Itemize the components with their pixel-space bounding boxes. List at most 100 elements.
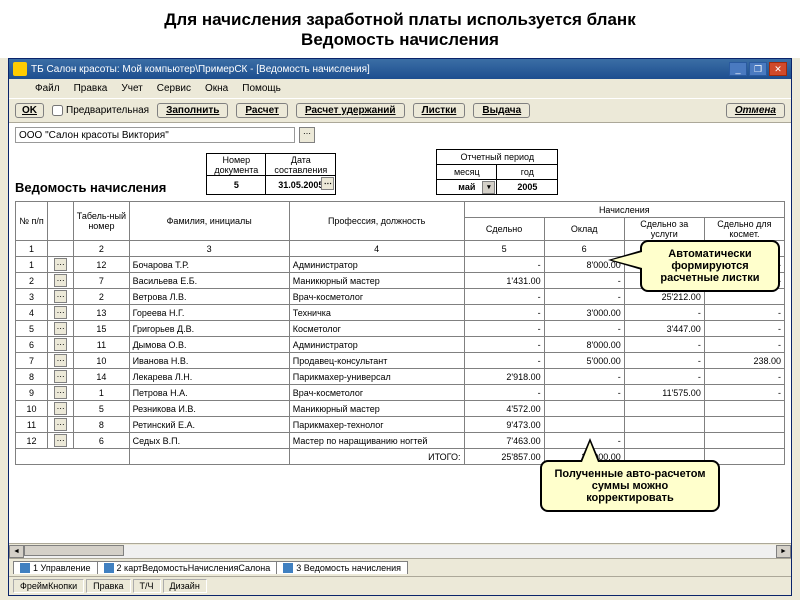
col-salary: Оклад bbox=[544, 218, 624, 241]
app-window: ТБ Салон красоты: Мой компьютер\ПримерСК… bbox=[8, 58, 792, 596]
totals-c1: 25'857.00 bbox=[464, 449, 544, 465]
totals-label: ИТОГО: bbox=[289, 449, 464, 465]
row-lookup-button[interactable]: ⋯ bbox=[54, 402, 67, 415]
date-value[interactable]: 31.05.2005 ⋯ bbox=[266, 176, 335, 194]
preview-checkbox-input[interactable] bbox=[52, 105, 63, 116]
callout-correction: Полученные авто-расчетом суммы можно кор… bbox=[540, 460, 720, 512]
table-row[interactable]: 6 ⋯ 11 Дымова О.В. Администратор - 8'000… bbox=[16, 337, 785, 353]
menu-icon bbox=[13, 81, 27, 95]
date-picker-button[interactable]: ⋯ bbox=[321, 177, 334, 190]
period-group: Отчетный период месяц май ▾ год 2005 bbox=[436, 149, 558, 195]
table-row[interactable]: 7 ⋯ 10 Иванова Н.В. Продавец-консультант… bbox=[16, 353, 785, 369]
menu-service[interactable]: Сервис bbox=[151, 81, 197, 96]
scroll-track[interactable] bbox=[24, 545, 776, 558]
menu-file[interactable]: Файл bbox=[29, 81, 66, 96]
slide-title-2: Ведомость начисления bbox=[20, 30, 780, 50]
status-edit: Правка bbox=[86, 579, 130, 593]
org-row: ⋯ bbox=[15, 127, 785, 143]
org-input[interactable] bbox=[15, 127, 295, 143]
col-dots bbox=[48, 202, 74, 241]
row-lookup-button[interactable]: ⋯ bbox=[54, 322, 67, 335]
row-lookup-button[interactable]: ⋯ bbox=[54, 258, 67, 271]
calc-deductions-button[interactable]: Расчет удержаний bbox=[296, 103, 405, 118]
minimize-button[interactable]: _ bbox=[729, 62, 747, 76]
slide-title: Для начисления заработной платы использу… bbox=[0, 0, 800, 58]
table-row[interactable]: 9 ⋯ 1 Петрова Н.А. Врач-косметолог - - 1… bbox=[16, 385, 785, 401]
header-section: Ведомость начисления Номер документа 5 Д… bbox=[15, 149, 785, 195]
month-label: месяц bbox=[437, 165, 496, 180]
status-frame: ФреймКнопки bbox=[13, 579, 84, 593]
tabs-bar: 1 Управление 2 картВедомостьНачисленияСа… bbox=[9, 558, 791, 576]
tab-sheet[interactable]: 3 Ведомость начисления bbox=[276, 561, 408, 574]
table-row[interactable]: 4 ⋯ 13 Гореева Н.Г. Техничка - 3'000.00 … bbox=[16, 305, 785, 321]
org-lookup-button[interactable]: ⋯ bbox=[299, 127, 315, 143]
month-value[interactable]: май ▾ bbox=[437, 180, 496, 194]
col-piece: Сдельно bbox=[464, 218, 544, 241]
row-lookup-button[interactable]: ⋯ bbox=[54, 370, 67, 383]
row-lookup-button[interactable]: ⋯ bbox=[54, 354, 67, 367]
tab-control[interactable]: 1 Управление bbox=[13, 561, 98, 574]
tab-card[interactable]: 2 картВедомостьНачисленияСалона bbox=[97, 561, 278, 574]
menu-windows[interactable]: Окна bbox=[199, 81, 234, 96]
menu-help[interactable]: Помощь bbox=[236, 81, 287, 96]
callout-auto-sheets: Автоматически формируются расчетные лист… bbox=[640, 240, 780, 292]
row-lookup-button[interactable]: ⋯ bbox=[54, 386, 67, 399]
fill-button[interactable]: Заполнить bbox=[157, 103, 228, 118]
menu-account[interactable]: Учет bbox=[115, 81, 148, 96]
row-lookup-button[interactable]: ⋯ bbox=[54, 290, 67, 303]
row-lookup-button[interactable]: ⋯ bbox=[54, 418, 67, 431]
status-tc: Т/Ч bbox=[133, 579, 161, 593]
scroll-right-button[interactable]: ► bbox=[776, 545, 791, 558]
col-name: Фамилия, инициалы bbox=[129, 202, 289, 241]
toolbar: OK Предварительная Заполнить Расчет Расч… bbox=[9, 98, 791, 123]
table-row[interactable]: 12 ⋯ 6 Седых В.П. Мастер по наращиванию … bbox=[16, 433, 785, 449]
table-row[interactable]: 8 ⋯ 14 Лекарева Л.Н. Парикмахер-универса… bbox=[16, 369, 785, 385]
num-label: Номер документа bbox=[207, 154, 265, 176]
window-buttons: _ ❐ ✕ bbox=[729, 62, 787, 76]
table-row[interactable]: 10 ⋯ 5 Резникова И.В. Маникюрный мастер … bbox=[16, 401, 785, 417]
menubar: Файл Правка Учет Сервис Окна Помощь bbox=[9, 79, 791, 98]
status-design: Дизайн bbox=[163, 579, 207, 593]
col-accruals: Начисления bbox=[464, 202, 784, 218]
row-lookup-button[interactable]: ⋯ bbox=[54, 274, 67, 287]
preview-checkbox[interactable]: Предварительная bbox=[52, 105, 149, 116]
doc-title: Ведомость начисления bbox=[15, 180, 166, 195]
calc-button[interactable]: Расчет bbox=[236, 103, 288, 118]
row-lookup-button[interactable]: ⋯ bbox=[54, 434, 67, 447]
tab-icon bbox=[104, 563, 114, 573]
table-row[interactable]: 11 ⋯ 8 Ретинский Е.А. Парикмахер-техноло… bbox=[16, 417, 785, 433]
scrollbar-horizontal[interactable]: ◄ ► bbox=[9, 543, 791, 558]
doc-number-date: Номер документа 5 Дата составления 31.05… bbox=[206, 153, 336, 195]
scroll-left-button[interactable]: ◄ bbox=[9, 545, 24, 558]
sheets-button[interactable]: Листки bbox=[413, 103, 466, 118]
row-lookup-button[interactable]: ⋯ bbox=[54, 306, 67, 319]
app-icon bbox=[13, 62, 27, 76]
date-label: Дата составления bbox=[266, 154, 335, 176]
tab-icon bbox=[283, 563, 293, 573]
status-bar: ФреймКнопки Правка Т/Ч Дизайн bbox=[9, 576, 791, 595]
ok-button[interactable]: OK bbox=[15, 103, 44, 118]
menu-edit[interactable]: Правка bbox=[68, 81, 114, 96]
maximize-button[interactable]: ❐ bbox=[749, 62, 767, 76]
period-label: Отчетный период bbox=[437, 150, 557, 165]
num-value[interactable]: 5 bbox=[207, 176, 265, 194]
month-dropdown-icon[interactable]: ▾ bbox=[482, 181, 495, 194]
col-prof: Профессия, должность bbox=[289, 202, 464, 241]
close-button[interactable]: ✕ bbox=[769, 62, 787, 76]
col-piece-cosm: Сдельно для космет. bbox=[704, 218, 784, 241]
titlebar: ТБ Салон красоты: Мой компьютер\ПримерСК… bbox=[9, 59, 791, 79]
titlebar-text: ТБ Салон красоты: Мой компьютер\ПримерСК… bbox=[31, 64, 729, 75]
payout-button[interactable]: Выдача bbox=[473, 103, 530, 118]
table-row[interactable]: 5 ⋯ 15 Григорьев Д.В. Косметолог - - 3'4… bbox=[16, 321, 785, 337]
cancel-button[interactable]: Отмена bbox=[726, 103, 785, 118]
col-piece-serv: Сдельно за услуги bbox=[624, 218, 704, 241]
col-num: № п/п bbox=[16, 202, 48, 241]
scroll-thumb[interactable] bbox=[24, 545, 124, 556]
row-lookup-button[interactable]: ⋯ bbox=[54, 338, 67, 351]
year-label: год bbox=[497, 165, 557, 180]
col-tab: Табель-ный номер bbox=[74, 202, 129, 241]
preview-label: Предварительная bbox=[66, 105, 149, 116]
tab-icon bbox=[20, 563, 30, 573]
slide-title-1: Для начисления заработной платы использу… bbox=[20, 10, 780, 30]
year-value[interactable]: 2005 bbox=[497, 180, 557, 194]
